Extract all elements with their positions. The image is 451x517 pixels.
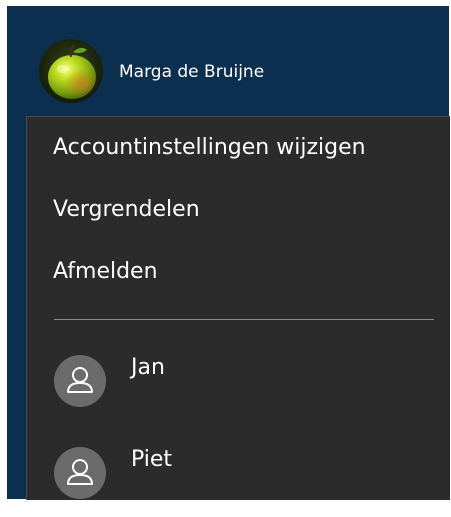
- account-panel: Marga de Bruijne Accountinstellingen wij…: [7, 6, 450, 500]
- menu-item-label: Vergrendelen: [53, 197, 200, 222]
- account-item-piet[interactable]: Piet: [27, 433, 450, 517]
- person-icon: [54, 355, 106, 407]
- account-menu: Accountinstellingen wijzigen Vergrendele…: [26, 116, 450, 500]
- menu-item-label: Accountinstellingen wijzigen: [53, 135, 366, 160]
- sign-out-item[interactable]: Afmelden: [27, 247, 450, 303]
- menu-item-label: Afmelden: [53, 259, 158, 284]
- lock-item[interactable]: Vergrendelen: [27, 185, 450, 241]
- apple-avatar-icon: [39, 39, 103, 103]
- account-item-jan[interactable]: Jan: [27, 341, 450, 425]
- account-name: Jan: [131, 355, 165, 380]
- current-user-name: Marga de Bruijne: [119, 62, 265, 82]
- current-user-button[interactable]: Marga de Bruijne: [7, 6, 449, 114]
- change-account-settings-item[interactable]: Accountinstellingen wijzigen: [27, 123, 450, 179]
- menu-divider: [54, 319, 434, 320]
- account-name: Piet: [131, 447, 173, 472]
- person-icon: [54, 447, 106, 499]
